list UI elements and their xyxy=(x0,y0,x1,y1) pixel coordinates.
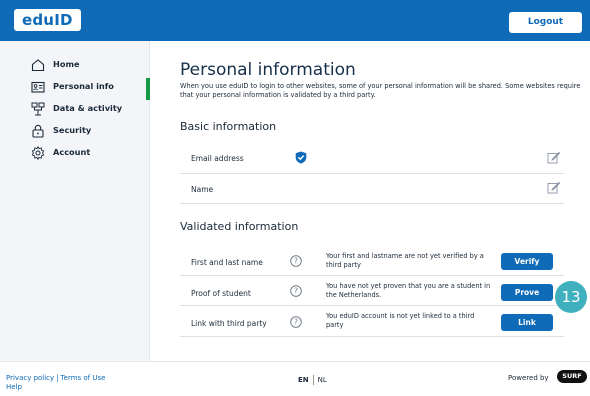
privacy-policy-link[interactable]: Privacy policy xyxy=(6,374,54,382)
help-icon[interactable]: ? xyxy=(290,285,302,297)
powered-by-text: Powered by xyxy=(508,374,549,382)
prove-button[interactable]: Prove xyxy=(501,284,553,301)
sidebar-item-home[interactable]: Home xyxy=(0,56,150,74)
help-icon[interactable]: ? xyxy=(290,255,302,267)
link-third-party-desc: You eduID account is not yet linked to a… xyxy=(326,312,475,329)
lock-icon xyxy=(32,124,44,138)
name-row[interactable]: Name xyxy=(180,174,564,204)
logout-button[interactable]: Logout xyxy=(509,12,582,33)
name-label: Name xyxy=(191,185,214,194)
svg-text:?: ? xyxy=(294,287,298,296)
lang-divider xyxy=(312,375,314,385)
proof-of-student-label: Proof of student xyxy=(191,289,251,298)
validated-row: Link with third party ? You eduID accoun… xyxy=(180,306,564,337)
sidebar: Home Personal info Data & activity Secur… xyxy=(0,41,150,361)
validated-row: First and last name ? Your first and las… xyxy=(180,246,564,276)
intro-text: When you use eduID to login to other web… xyxy=(180,82,581,99)
home-icon xyxy=(31,59,45,72)
footer-links: Privacy policy | Terms of Use Help xyxy=(6,374,105,392)
verify-button[interactable]: Verify xyxy=(501,253,553,270)
basic-info-title: Basic information xyxy=(180,120,277,133)
svg-text:?: ? xyxy=(294,257,298,266)
lang-nl[interactable]: NL xyxy=(318,376,327,384)
step-number-badge: 13 xyxy=(555,281,587,313)
sidebar-item-data-activity[interactable]: Data & activity xyxy=(0,100,150,118)
surf-logo[interactable]: SURF xyxy=(557,370,587,383)
edit-icon[interactable] xyxy=(547,151,560,164)
first-last-name-label: First and last name xyxy=(191,258,263,267)
sidebar-item-label: Home xyxy=(53,59,80,69)
edit-icon[interactable] xyxy=(547,181,560,194)
page-title: Personal information xyxy=(180,60,356,80)
validated-info-title: Validated information xyxy=(180,220,299,233)
svg-text:?: ? xyxy=(294,318,298,327)
language-switcher: EN NL xyxy=(298,375,327,385)
proof-of-student-desc: You have not yet proven that you are a s… xyxy=(326,282,491,299)
terms-of-use-link[interactable]: Terms of Use xyxy=(61,374,106,382)
sidebar-item-label: Personal info xyxy=(53,81,114,91)
active-indicator xyxy=(146,78,150,100)
eduid-logo[interactable]: eduID xyxy=(14,9,81,31)
validated-row: Proof of student ? You have not yet prov… xyxy=(180,276,564,306)
id-card-icon xyxy=(31,81,45,93)
data-activity-icon xyxy=(31,102,45,116)
verified-shield-icon xyxy=(295,151,307,164)
email-label: Email address xyxy=(191,154,244,163)
sidebar-item-label: Account xyxy=(53,147,91,157)
link-button[interactable]: Link xyxy=(501,314,553,331)
help-link[interactable]: Help xyxy=(6,383,22,391)
sidebar-item-security[interactable]: Security xyxy=(0,122,150,140)
lang-en[interactable]: EN xyxy=(298,376,309,384)
footer: Privacy policy | Terms of Use Help EN NL Po… xyxy=(0,361,590,396)
first-last-name-desc: Your first and lastname are not yet veri… xyxy=(326,252,484,269)
sidebar-item-personal-info[interactable]: Personal info xyxy=(0,78,150,96)
main-content: Personal information When you use eduID … xyxy=(151,41,590,361)
email-row[interactable]: Email address xyxy=(180,141,564,174)
sidebar-item-label: Security xyxy=(53,125,92,135)
gear-icon xyxy=(31,146,45,160)
top-bar: eduID Logout xyxy=(0,0,590,41)
sidebar-item-label: Data & activity xyxy=(53,103,123,113)
help-icon[interactable]: ? xyxy=(290,316,302,328)
link-third-party-label: Link with third party xyxy=(191,319,267,328)
sidebar-item-account[interactable]: Account xyxy=(0,144,150,162)
